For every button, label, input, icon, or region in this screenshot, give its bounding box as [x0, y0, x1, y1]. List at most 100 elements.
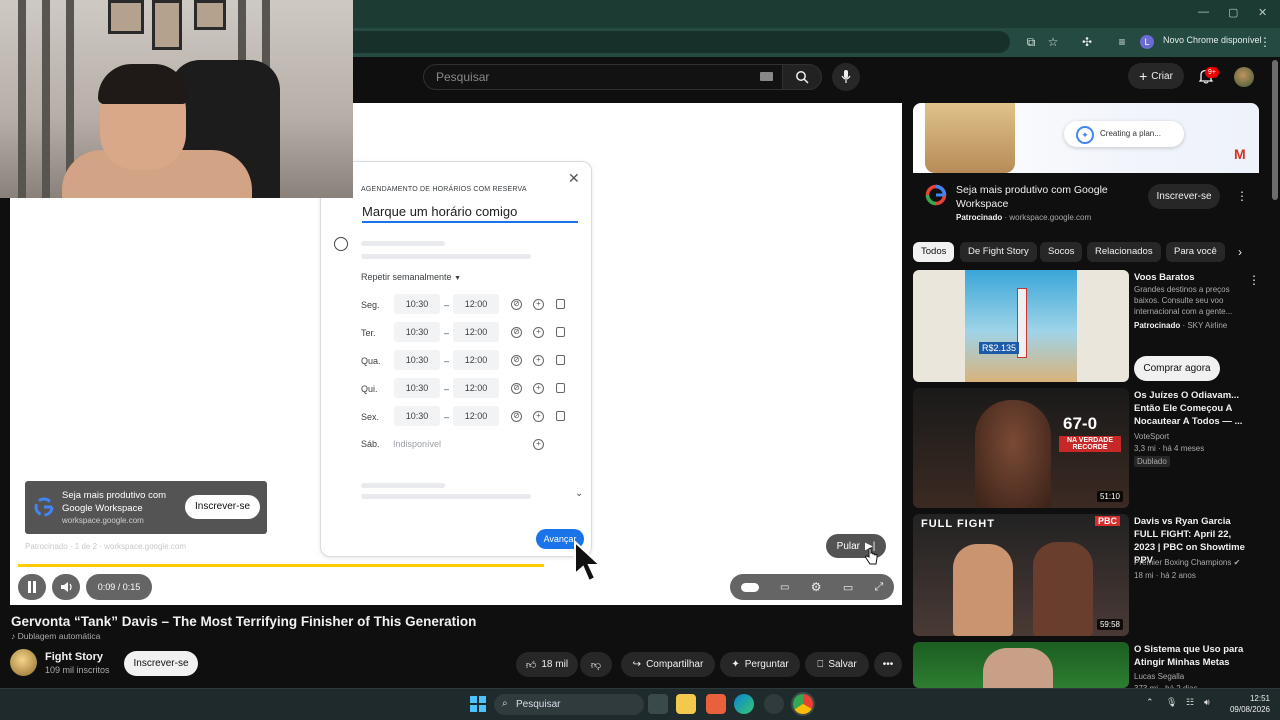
- chip-from-channel[interactable]: De Fight Story: [960, 242, 1037, 262]
- ad-overlay-subscribe-button[interactable]: Inscrever-se: [185, 495, 260, 519]
- fullscreen-icon[interactable]: ⤢: [875, 581, 884, 594]
- save-button[interactable]: ⎕ Salvar: [805, 652, 869, 677]
- recommendation-thumbnail[interactable]: FULL FIGHT PBC 59:58: [913, 514, 1129, 636]
- recommendation-thumbnail[interactable]: R$2.135: [913, 270, 1129, 382]
- dislike-button[interactable]: 👎︎: [580, 652, 612, 677]
- thumbs-down-icon: 👎︎: [590, 659, 602, 671]
- chevron-right-icon[interactable]: ›: [1238, 245, 1242, 259]
- video-title: Gervonta “Tank” Davis – The Most Terrify…: [11, 614, 477, 629]
- search-icon: [796, 71, 809, 84]
- tray-chevron-icon[interactable]: ⌃: [1146, 697, 1154, 708]
- chip-related[interactable]: Relacionados: [1087, 242, 1161, 262]
- microphone-icon: [841, 70, 851, 83]
- chrome-icon[interactable]: [793, 694, 813, 714]
- recommendation-channel[interactable]: Lucas Segalla: [1134, 671, 1184, 682]
- add-time-icon: +: [533, 383, 544, 394]
- more-vertical-icon[interactable]: ⋮: [1236, 189, 1248, 203]
- sidebar-ad-title: Seja mais produtivo com Google Workspace: [956, 184, 1108, 210]
- create-button[interactable]: + Criar: [1128, 63, 1184, 89]
- more-actions-button[interactable]: •••: [874, 652, 902, 677]
- chip-for-you[interactable]: Para você: [1166, 242, 1225, 262]
- edge-icon[interactable]: [734, 694, 754, 714]
- create-label: Criar: [1151, 70, 1173, 82]
- verified-icon: ✔: [1233, 558, 1241, 567]
- clock-icon: [334, 237, 348, 251]
- pause-button[interactable]: [18, 574, 46, 600]
- end-time-field: 12:00: [453, 294, 499, 314]
- store-icon[interactable]: [706, 694, 726, 714]
- copy-icon: [556, 299, 565, 309]
- recommendation-title[interactable]: Os Juízes O Odiavam... Então Ele Começou…: [1134, 389, 1252, 428]
- close-window-icon[interactable]: ✕: [1258, 6, 1267, 19]
- recommendation-channel[interactable]: VoteSport: [1134, 431, 1169, 442]
- taskbar-search[interactable]: Pesquisar: [494, 694, 644, 715]
- search-button[interactable]: [782, 64, 822, 90]
- recommendation-sponsor: Patrocinado · SKY Airline: [1134, 321, 1228, 330]
- settings-gear-icon[interactable]: ⚙: [811, 580, 822, 594]
- range-dash: –: [444, 384, 450, 394]
- keyboard-icon[interactable]: [760, 72, 773, 81]
- ask-button[interactable]: ✦ Perguntar: [720, 652, 800, 677]
- extensions-icon[interactable]: ✣: [1078, 33, 1096, 51]
- share-button[interactable]: ↪ Compartilhar: [621, 652, 715, 677]
- file-explorer-icon[interactable]: [676, 694, 696, 714]
- ad-progress-bar[interactable]: [18, 564, 544, 567]
- system-clock[interactable]: 12:51 09/08/2026: [1222, 693, 1270, 715]
- notification-count: 9+: [1205, 67, 1219, 78]
- chip-punches[interactable]: Socos: [1040, 242, 1083, 262]
- recommendation-description: Grandes destinos a preços baixos. Consul…: [1134, 285, 1233, 316]
- recommendation-thumbnail[interactable]: 67-0 NA VERDADE RECORDE 51:10: [913, 388, 1129, 508]
- thumbs-up-icon: 👍︎: [525, 659, 537, 671]
- profile-avatar[interactable]: L: [1140, 35, 1154, 49]
- account-avatar[interactable]: [1234, 67, 1254, 87]
- maximize-icon[interactable]: ▢: [1228, 6, 1238, 19]
- task-view-icon[interactable]: [648, 694, 668, 714]
- channel-avatar[interactable]: [10, 649, 37, 676]
- chrome-menu-icon[interactable]: ⋮: [1256, 33, 1274, 51]
- copy-icon: [556, 383, 565, 393]
- windows-start-icon[interactable]: [470, 696, 486, 712]
- volume-button[interactable]: [52, 574, 80, 600]
- ad-banner-person: [925, 103, 1015, 173]
- more-vertical-icon[interactable]: ⋮: [1248, 273, 1260, 287]
- like-button[interactable]: 👍︎ 18 mil: [516, 652, 578, 677]
- recommendation-channel[interactable]: Premier Boxing Champions ✔: [1134, 557, 1240, 568]
- start-time-field: 10:30: [394, 294, 440, 314]
- voice-search-button[interactable]: [832, 63, 860, 91]
- minimize-icon[interactable]: —: [1198, 6, 1209, 18]
- form-heading: AGENDAMENTO DE HORÁRIOS COM RESERVA: [361, 186, 527, 193]
- theater-mode-icon[interactable]: ▭: [843, 581, 853, 594]
- network-icon[interactable]: ☷: [1186, 697, 1194, 708]
- subtitles-icon[interactable]: ▭: [780, 582, 789, 593]
- recommendation-title[interactable]: O Sistema que Uso para Atingir Minhas Me…: [1134, 643, 1252, 669]
- subscribe-button[interactable]: Inscrever-se: [124, 651, 198, 676]
- chip-all[interactable]: Todos: [913, 242, 955, 262]
- page-scrollbar[interactable]: [1272, 60, 1278, 200]
- volume-tray-icon[interactable]: 🔊︎: [1204, 697, 1210, 708]
- mouse-cursor-icon: [574, 540, 603, 583]
- recommendation-thumbnail[interactable]: [913, 642, 1129, 688]
- day-label: Qui.: [361, 384, 378, 394]
- sidebar-ad-subscribe-button[interactable]: Inscrever-se: [1148, 184, 1220, 209]
- end-time-field: 12:00: [453, 322, 499, 342]
- share-icon: ↪: [632, 659, 642, 670]
- media-controls-icon[interactable]: ≡: [1113, 33, 1131, 51]
- placeholder-bar: [361, 483, 445, 488]
- google-logo-icon: [925, 184, 947, 206]
- new-chrome-button[interactable]: Novo Chrome disponível: [1163, 35, 1262, 45]
- add-time-icon: +: [533, 439, 544, 450]
- install-app-icon[interactable]: ⧉: [1022, 33, 1040, 51]
- day-label: Qua.: [361, 356, 381, 366]
- search-input[interactable]: Pesquisar: [423, 64, 783, 90]
- bookmark-star-icon[interactable]: ☆: [1044, 33, 1062, 51]
- start-time-field: 10:30: [394, 350, 440, 370]
- channel-name[interactable]: Fight Story: [45, 651, 103, 663]
- microphone-tray-icon[interactable]: 🎙︎: [1166, 697, 1177, 708]
- app-icon[interactable]: [764, 694, 784, 714]
- autoplay-toggle-icon[interactable]: [740, 582, 759, 592]
- recommendation-title[interactable]: Voos Baratos: [1134, 271, 1252, 284]
- range-dash: –: [444, 328, 450, 338]
- buy-now-button[interactable]: Comprar agora: [1134, 356, 1220, 381]
- unavailable-icon: ⊘: [511, 299, 522, 310]
- unavailable-icon: ⊘: [511, 327, 522, 338]
